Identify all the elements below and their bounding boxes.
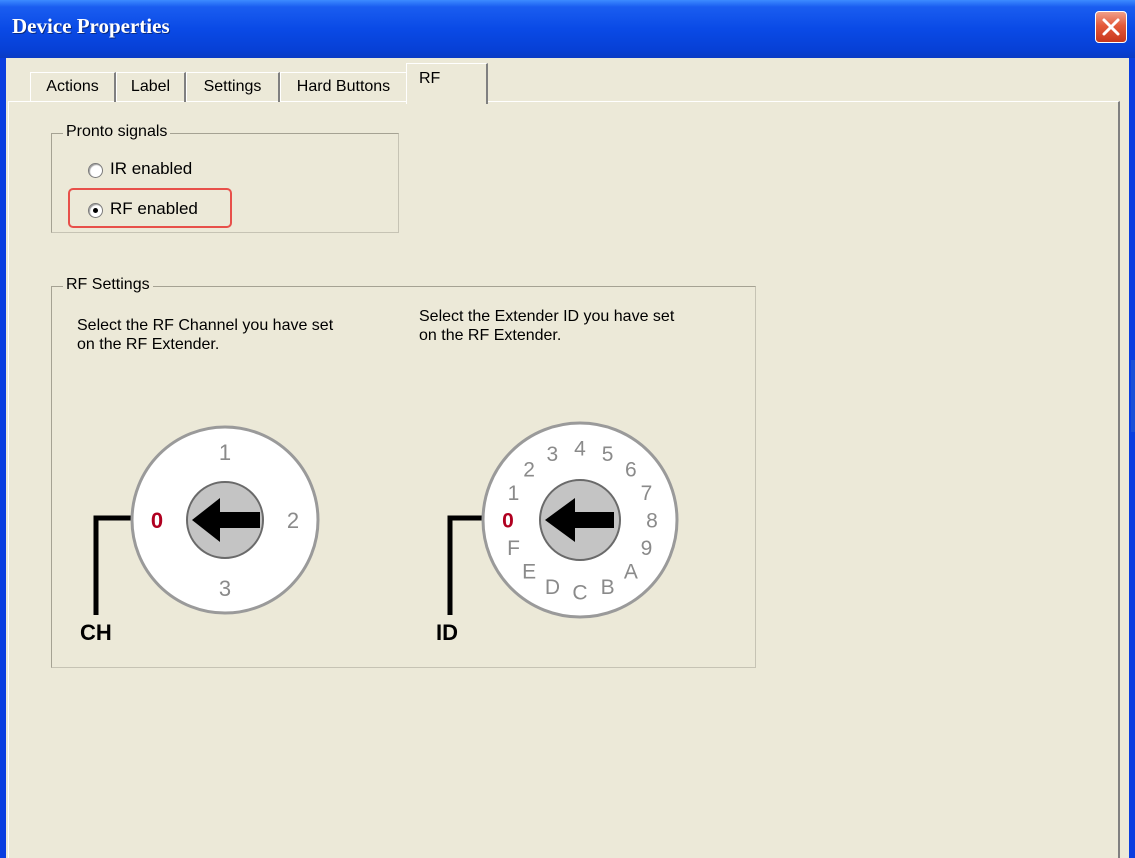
id-position-d[interactable]: D (545, 576, 560, 599)
id-position-2[interactable]: 2 (523, 459, 535, 482)
channel-instruction-line1: Select the RF Channel you have set (77, 317, 334, 334)
radio-button[interactable] (88, 163, 103, 178)
ch-position-3[interactable]: 3 (219, 576, 231, 601)
radio-button-selected[interactable] (88, 203, 103, 218)
window-edge-accent (1131, 360, 1135, 432)
tab-settings[interactable]: Settings (186, 72, 280, 102)
channel-dial-name: CH (80, 620, 112, 645)
id-dial-name: ID (436, 620, 458, 645)
id-position-a[interactable]: A (624, 561, 638, 584)
rf-settings-legend: RF Settings (63, 276, 153, 294)
channel-lead-line (93, 515, 136, 615)
tab-label-label: Label (130, 78, 171, 95)
ir-enabled-label: IR enabled (110, 159, 193, 178)
id-position-9[interactable]: 9 (641, 537, 653, 560)
tab-hard-buttons-label: Hard Buttons (296, 78, 391, 95)
tab-hard-buttons[interactable]: Hard Buttons (280, 72, 408, 102)
tab-rf[interactable]: RF (406, 63, 488, 104)
device-properties-window: Device Properties Actions Label Settings… (0, 0, 1135, 858)
id-position-7[interactable]: 7 (641, 482, 653, 505)
radio-dot-icon (93, 208, 98, 213)
close-button[interactable] (1095, 11, 1127, 43)
id-position-b[interactable]: B (601, 576, 615, 599)
id-instruction-line2: on the RF Extender. (419, 327, 562, 344)
ch-position-1[interactable]: 1 (219, 440, 231, 465)
window-title: Device Properties (12, 14, 170, 38)
tab-actions-label: Actions (46, 78, 99, 95)
id-position-c[interactable]: C (572, 582, 587, 605)
tab-label[interactable]: Label (116, 72, 186, 102)
id-position-1[interactable]: 1 (508, 482, 520, 505)
channel-instruction-line2: on the RF Extender. (77, 336, 220, 353)
channel-dial[interactable]: 0 1 2 3 CH (70, 400, 330, 650)
id-position-8[interactable]: 8 (646, 510, 658, 533)
rf-enabled-label: RF enabled (110, 199, 198, 218)
close-x-icon (1102, 18, 1120, 36)
ch-position-0[interactable]: 0 (151, 508, 163, 533)
id-position-4[interactable]: 4 (574, 438, 586, 461)
id-position-e[interactable]: E (522, 561, 536, 584)
tab-rf-label: RF (419, 70, 441, 87)
id-position-5[interactable]: 5 (602, 443, 614, 466)
id-position-3[interactable]: 3 (547, 443, 559, 466)
channel-instruction: Select the RF Channel you have set on th… (77, 316, 333, 354)
ch-position-2[interactable]: 2 (287, 508, 299, 533)
id-instruction-line1: Select the Extender ID you have set (419, 308, 675, 325)
title-bar[interactable]: Device Properties (0, 0, 1135, 58)
pronto-signals-legend: Pronto signals (63, 123, 171, 141)
id-position-f[interactable]: F (507, 537, 520, 560)
id-position-0[interactable]: 0 (502, 510, 514, 533)
tab-settings-label: Settings (203, 78, 262, 95)
extender-id-dial[interactable]: 0 123 4 567 8 9ABCDEF ID (430, 420, 690, 650)
id-position-6[interactable]: 6 (625, 459, 637, 482)
id-instruction: Select the Extender ID you have set on t… (419, 307, 674, 345)
tab-actions[interactable]: Actions (30, 72, 116, 102)
